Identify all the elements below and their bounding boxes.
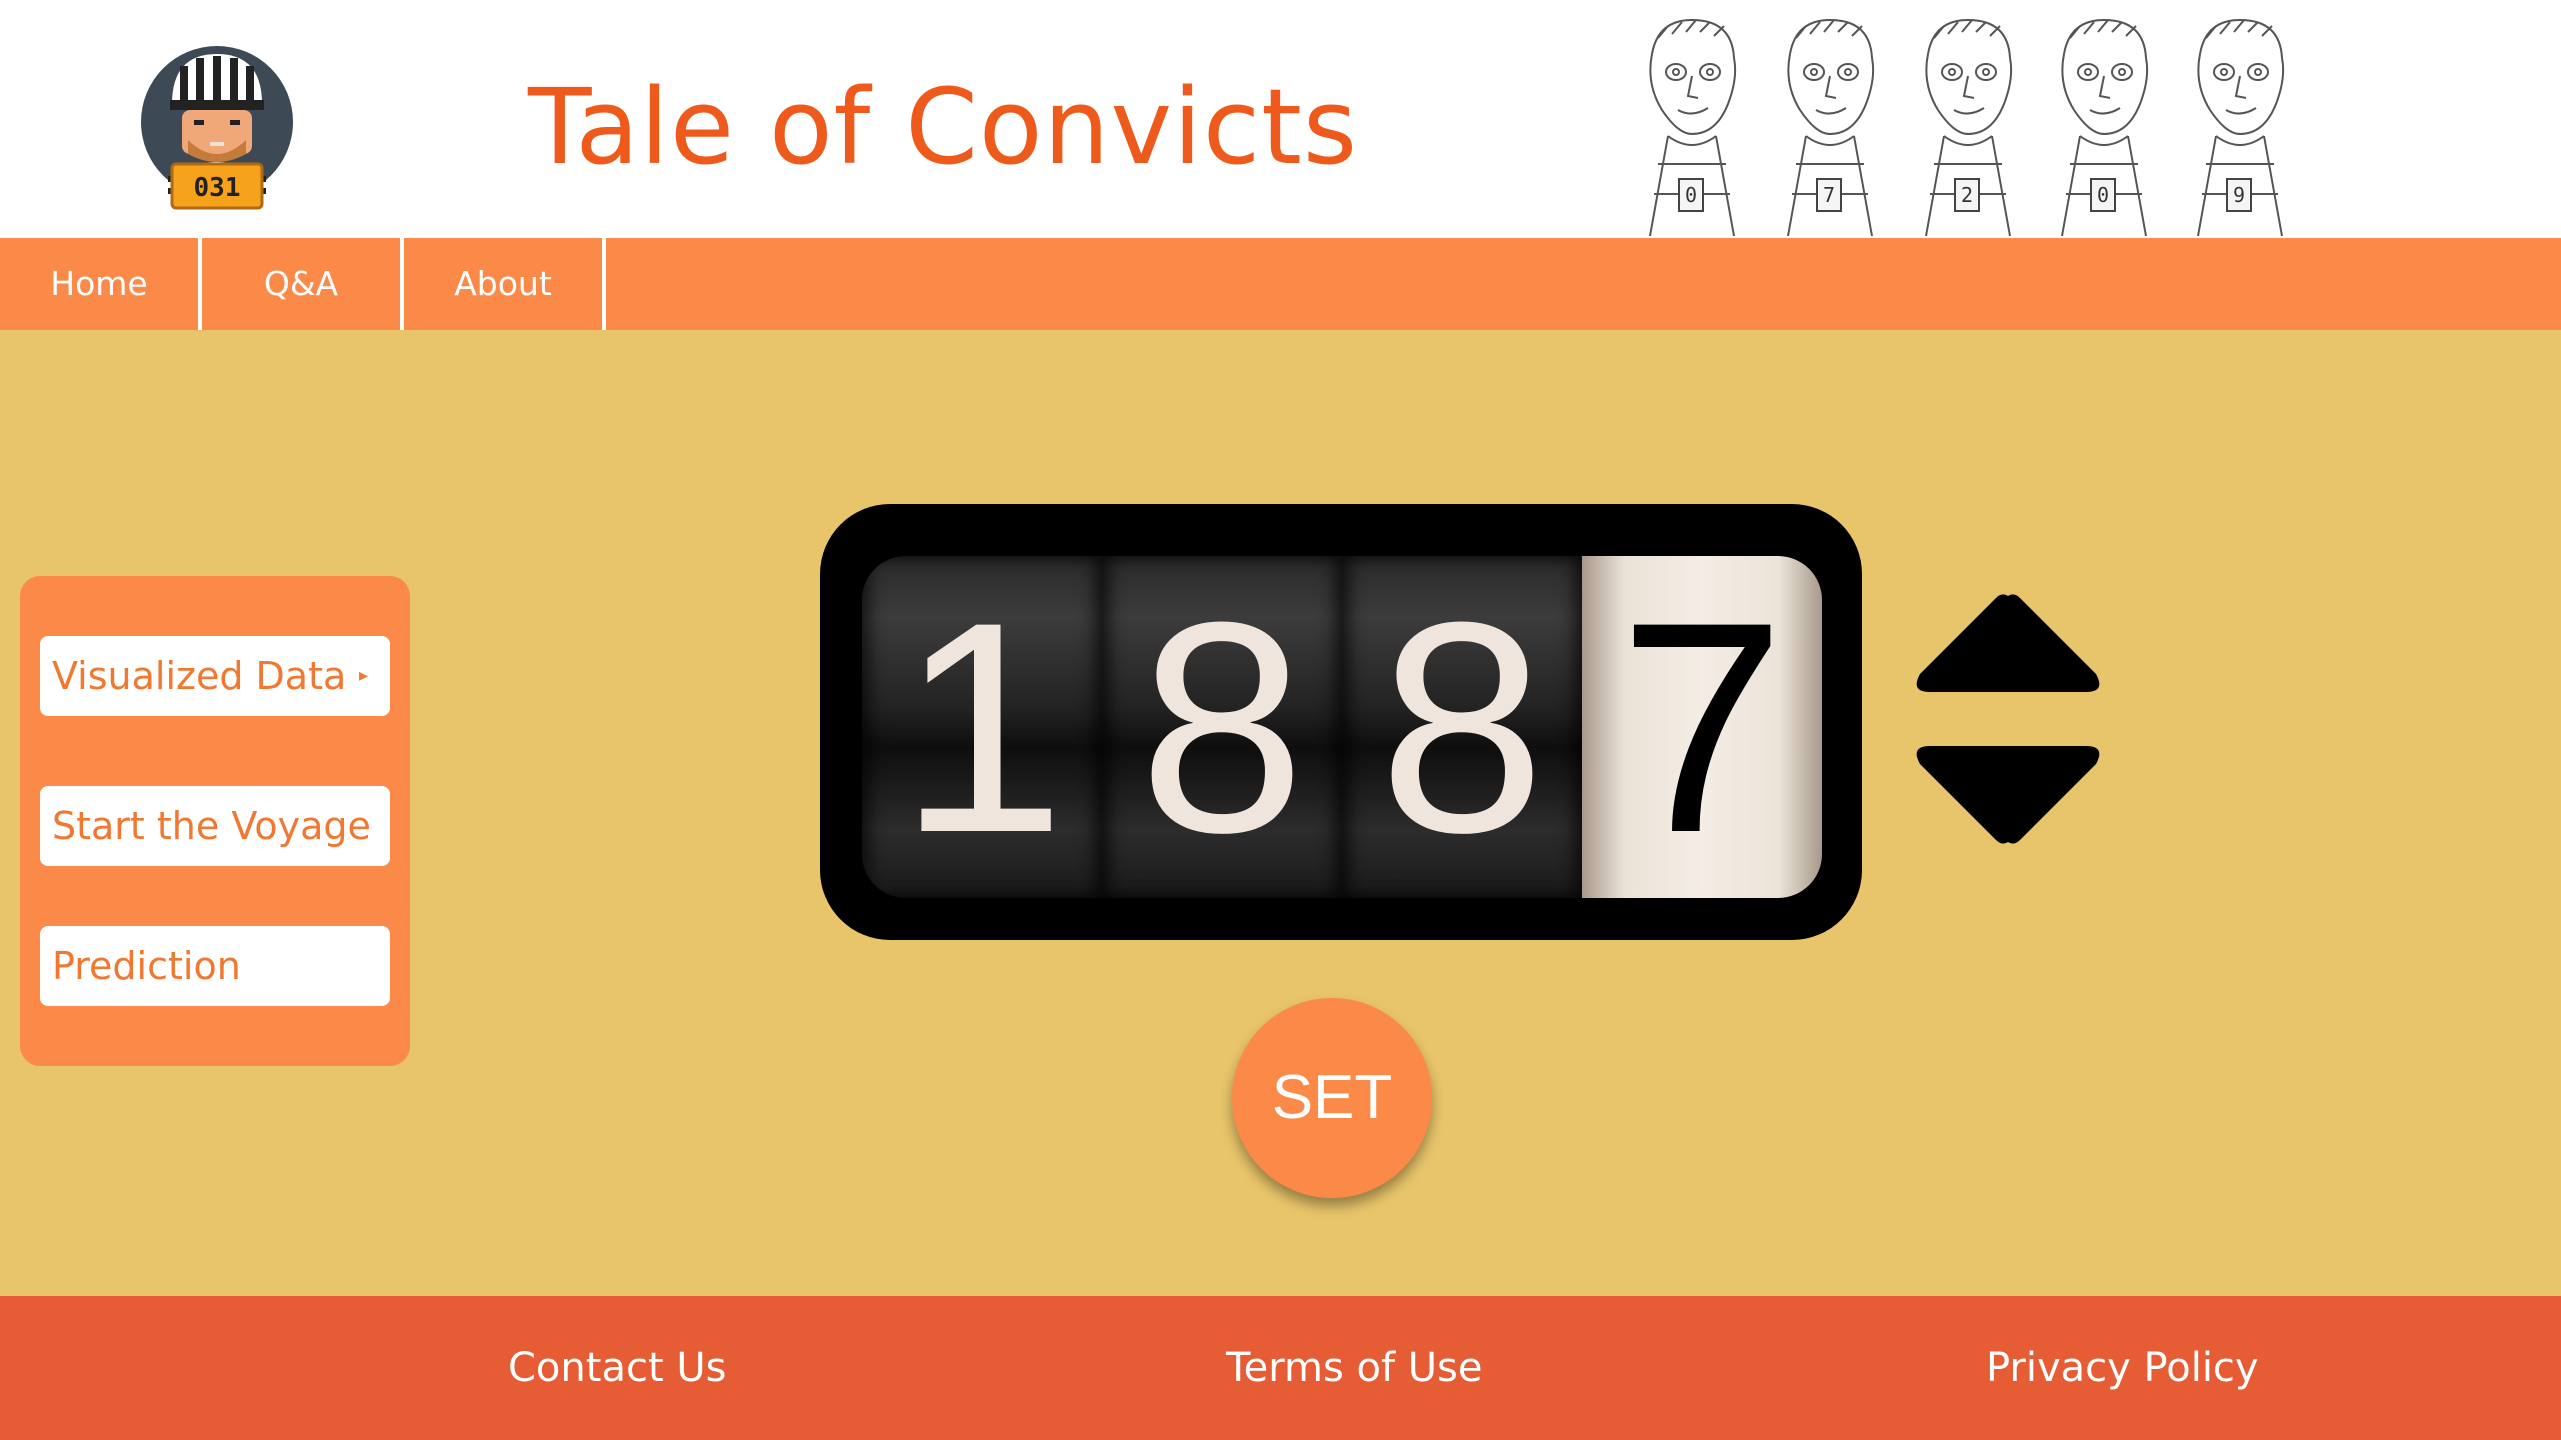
- nav-item-qa[interactable]: Q&A: [202, 238, 404, 330]
- convict-figure: 0: [1628, 14, 1756, 237]
- footer-link-contact-us[interactable]: Contact Us: [508, 1296, 726, 1440]
- logo-badge-number: 031: [193, 173, 241, 203]
- sidebar-item-prediction[interactable]: Prediction: [40, 926, 390, 1006]
- sidebar-item-label: Start the Voyage: [52, 804, 371, 848]
- convict-number: 0: [2090, 178, 2116, 212]
- convict-figure: 0: [2040, 14, 2168, 237]
- footer-link-terms-of-use[interactable]: Terms of Use: [1226, 1296, 1483, 1440]
- sidebar-item-label: Visualized Data: [52, 654, 347, 698]
- year-counter-display: 1 8 8 7: [862, 556, 1822, 898]
- header: 031 Tale of Convicts 0 7 2 0 9: [0, 0, 2561, 238]
- triangle-up-icon[interactable]: [1910, 588, 2106, 698]
- caret-right-icon: ▸: [358, 665, 368, 686]
- convict-number: 9: [2226, 178, 2252, 212]
- convict-figure: 9: [2176, 14, 2304, 237]
- sidebar: Visualized Data ▸ Start the Voyage Predi…: [20, 576, 410, 1066]
- year-digit[interactable]: 1: [862, 556, 1102, 898]
- footer-link-privacy-policy[interactable]: Privacy Policy: [1986, 1296, 2259, 1440]
- convict-figure: 2: [1904, 14, 2032, 237]
- year-digit[interactable]: 8: [1102, 556, 1342, 898]
- site-title: Tale of Convicts: [528, 66, 1359, 188]
- sidebar-item-label: Prediction: [52, 944, 241, 988]
- convict-figure: 7: [1766, 14, 1894, 237]
- nav-item-about[interactable]: About: [404, 238, 606, 330]
- sidebar-item-visualized-data[interactable]: Visualized Data ▸: [40, 636, 390, 716]
- nav-item-home[interactable]: Home: [0, 238, 202, 330]
- year-stepper: [1910, 588, 2106, 850]
- convict-number: 0: [1678, 178, 1704, 212]
- footer: Contact Us Terms of Use Privacy Policy: [0, 1296, 2561, 1440]
- year-counter: 1 8 8 7: [820, 504, 1862, 940]
- set-button[interactable]: SET: [1232, 998, 1432, 1198]
- sidebar-item-start-the-voyage[interactable]: Start the Voyage: [40, 786, 390, 866]
- year-digit[interactable]: 8: [1342, 556, 1582, 898]
- convict-lineup: 0 7 2 0 9: [1628, 14, 2318, 237]
- convict-number: 2: [1954, 178, 1980, 212]
- year-digit[interactable]: 7: [1582, 556, 1822, 898]
- main-nav: Home Q&A About: [0, 238, 2561, 330]
- triangle-down-icon[interactable]: [1910, 740, 2106, 850]
- convict-number: 7: [1816, 178, 1842, 212]
